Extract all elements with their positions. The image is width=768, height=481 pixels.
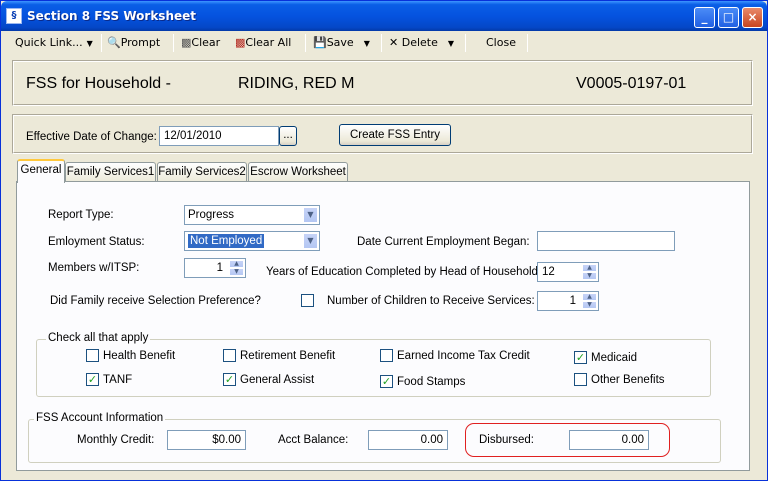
toolbar-separator [173, 34, 174, 52]
toolbar-separator [527, 34, 528, 52]
other-benefits-label: Other Benefits [591, 374, 665, 386]
quick-link-label: Quick Link... [15, 36, 83, 49]
acct-balance-label: Acct Balance: [278, 434, 349, 446]
food-stamps-label: Food Stamps [397, 376, 466, 388]
clear-button[interactable]: ▩Clear [181, 34, 220, 52]
clear-all-icon: ▩ [235, 36, 246, 49]
effective-date-label: Effective Date of Change: [26, 131, 157, 143]
create-fss-entry-button[interactable]: Create FSS Entry [339, 124, 451, 146]
date-employment-input[interactable] [537, 231, 675, 251]
spin-down-icon[interactable]: ▼ [229, 268, 244, 276]
household-label: FSS for Household - [26, 75, 171, 92]
toolbar: Quick Link... ▼ 🔍Prompt ▩Clear ▩Clear All… [5, 31, 765, 55]
spin-down-icon[interactable]: ▼ [582, 301, 597, 309]
title-bar[interactable]: § Section 8 FSS Worksheet _ □ × [1, 1, 767, 31]
general-assist-checkbox[interactable]: ✓ [223, 373, 236, 386]
check-all-title: Check all that apply [46, 332, 151, 344]
selection-preference-label: Did Family receive Selection Preference? [50, 295, 261, 307]
report-type-value: Progress [188, 209, 235, 221]
other-benefits-checkbox[interactable] [574, 373, 587, 386]
delete-x-icon: ✕ [389, 36, 399, 49]
chevron-down-icon[interactable]: ▼ [303, 207, 318, 223]
tab-family-services1[interactable]: Family Services1 [65, 162, 156, 182]
members-itsp-label: Members w/ITSP: [48, 262, 140, 274]
minimize-button[interactable]: _ [694, 7, 715, 28]
fss-account-title: FSS Account Information [34, 412, 166, 424]
retirement-benefit-label: Retirement Benefit [240, 350, 336, 362]
education-value: 12 [542, 266, 555, 278]
monthly-credit-label: Monthly Credit: [77, 434, 155, 446]
household-name: RIDING, RED M [238, 75, 355, 92]
maximize-button[interactable]: □ [718, 7, 739, 28]
eitc-checkbox[interactable] [380, 349, 393, 362]
chevron-down-icon[interactable]: ▼ [303, 233, 318, 249]
toolbar-separator [101, 34, 102, 52]
children-services-value: 1 [569, 295, 576, 307]
tab-general[interactable]: General [17, 159, 65, 183]
tab-escrow-worksheet[interactable]: Escrow Worksheet [248, 162, 348, 182]
members-itsp-stepper[interactable]: 1 ▲ ▼ [184, 258, 246, 278]
window-title: Section 8 FSS Worksheet [27, 9, 197, 23]
employment-status-value: Not Employed [188, 234, 265, 248]
dropdown-arrow-icon: ▼ [86, 39, 93, 48]
household-id: V0005-0197-01 [576, 75, 687, 92]
employment-status-label: Emloyment Status: [48, 236, 145, 248]
children-services-label: Number of Children to Receive Services: [327, 295, 535, 307]
spin-down-icon[interactable]: ▼ [582, 272, 597, 280]
prompt-label: Prompt [120, 36, 161, 49]
general-assist-label: General Assist [240, 374, 315, 386]
children-services-stepper[interactable]: 1 ▲ ▼ [537, 291, 599, 311]
magnifier-icon: 🔍 [107, 36, 121, 49]
tanf-checkbox[interactable]: ✓ [86, 373, 99, 386]
report-type-label: Report Type: [48, 209, 114, 221]
toolbar-separator [305, 34, 306, 52]
quick-link-button[interactable]: Quick Link... ▼ [15, 34, 93, 52]
dropdown-arrow-icon: ▼ [447, 39, 455, 48]
tanf-label: TANF [103, 374, 133, 386]
app-window: § Section 8 FSS Worksheet _ □ × Quick Li… [0, 0, 768, 481]
retirement-benefit-checkbox[interactable] [223, 349, 236, 362]
medicaid-checkbox[interactable]: ✓ [574, 351, 587, 364]
spin-up-icon[interactable]: ▲ [229, 260, 244, 268]
date-picker-button[interactable]: ... [279, 126, 297, 146]
close-button[interactable]: Close [486, 34, 516, 52]
prompt-button[interactable]: 🔍Prompt [107, 34, 160, 52]
selection-preference-checkbox[interactable] [301, 294, 314, 307]
food-stamps-checkbox[interactable]: ✓ [380, 375, 393, 388]
clear-icon: ▩ [181, 36, 192, 49]
acct-balance-input[interactable]: 0.00 [368, 430, 448, 450]
spin-up-icon[interactable]: ▲ [582, 293, 597, 301]
monthly-credit-input[interactable]: $0.00 [167, 430, 246, 450]
members-itsp-value: 1 [216, 262, 223, 274]
date-employment-label: Date Current Employment Began: [357, 236, 530, 248]
floppy-disk-icon: 💾 [313, 36, 327, 49]
health-benefit-checkbox[interactable] [86, 349, 99, 362]
medicaid-label: Medicaid [591, 352, 638, 364]
delete-button[interactable]: ✕ Delete ▼ [389, 34, 454, 52]
app-icon: § [6, 8, 22, 24]
clear-all-label: Clear All [245, 36, 292, 49]
spin-up-icon[interactable]: ▲ [582, 264, 597, 272]
check-all-group [36, 339, 711, 397]
disbursed-input[interactable]: 0.00 [569, 430, 649, 450]
health-benefit-label: Health Benefit [103, 350, 176, 362]
eitc-label: Earned Income Tax Credit [397, 350, 530, 362]
save-button[interactable]: 💾Save ▼ [313, 34, 370, 52]
clear-all-button[interactable]: ▩Clear All [235, 34, 291, 52]
effective-date-input[interactable]: 12/01/2010 [159, 126, 279, 146]
clear-label: Clear [191, 36, 221, 49]
education-stepper[interactable]: 12 ▲ ▼ [537, 262, 599, 282]
tab-family-services2[interactable]: Family Services2 [157, 162, 247, 182]
toolbar-separator [465, 34, 466, 52]
toolbar-separator [381, 34, 382, 52]
close-window-button[interactable]: × [742, 7, 763, 28]
dropdown-arrow-icon: ▼ [363, 39, 370, 48]
delete-label: Delete [401, 36, 438, 49]
save-label: Save [326, 36, 354, 49]
report-type-select[interactable]: Progress ▼ [184, 205, 320, 225]
disbursed-label: Disbursed: [479, 434, 534, 446]
education-label: Years of Education Completed by Head of … [266, 266, 542, 278]
employment-status-select[interactable]: Not Employed ▼ [184, 231, 320, 251]
